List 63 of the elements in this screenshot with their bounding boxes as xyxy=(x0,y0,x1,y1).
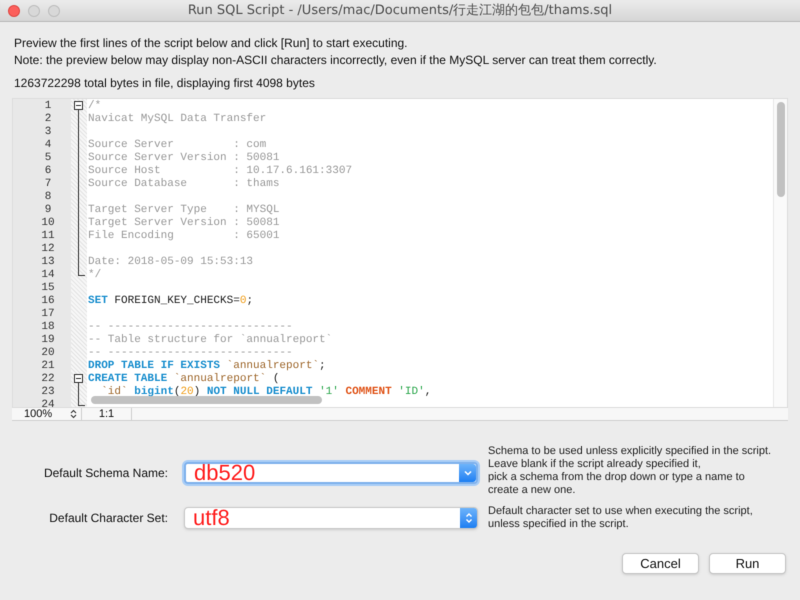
line-number: 5 xyxy=(44,152,52,164)
stepper-icon[interactable] xyxy=(70,409,77,419)
code-line: Date: 2018-05-09 15:53:13 xyxy=(88,256,254,268)
line-number: 13 xyxy=(41,256,55,268)
window-title: Run SQL Script - /Users/mac/Documents/行走江湖的包包/thams.sql xyxy=(188,2,612,20)
cursor-position: 1:1 xyxy=(98,408,114,420)
line-number: 7 xyxy=(44,178,52,190)
line-number: 17 xyxy=(41,308,55,320)
code-line: -- ---------------------------- xyxy=(88,321,293,333)
code-line: -- ---------------------------- xyxy=(88,347,293,359)
code-line: */ xyxy=(88,269,102,281)
line-number: 21 xyxy=(41,360,55,372)
code-line: Source Server : com xyxy=(88,139,266,151)
line-number: 11 xyxy=(41,230,55,242)
line-number: 8 xyxy=(44,191,52,203)
line-number: 12 xyxy=(41,243,55,255)
help-text: Schema to be used unless explicitly specified in the script. Leave blank if the script already specified it, pick a schema from the drop down or type a name to create a new one. xyxy=(488,445,772,497)
line-number: 1 xyxy=(44,100,52,112)
line-number: 10 xyxy=(41,217,55,229)
instruction-text: Preview the first lines of the script below and click [Run] to start executing. xyxy=(14,35,409,52)
schema-combobox[interactable]: db520 xyxy=(184,462,478,484)
fold-toggle-icon[interactable] xyxy=(74,374,83,385)
line-number: 22 xyxy=(41,373,55,385)
instruction-text: Note: the preview below may display non-ASCII characters incorrectly, even if the MySQL server can treat them correctly. xyxy=(14,52,658,69)
help-text: Default character set to use when executing the script, unless specified in the script. xyxy=(488,505,754,531)
line-number: 3 xyxy=(44,126,52,138)
code-line: Target Server Version : 50081 xyxy=(88,217,280,229)
fold-toggle-icon[interactable] xyxy=(74,101,83,112)
close-button[interactable] xyxy=(8,5,20,17)
line-number: 2 xyxy=(44,113,52,125)
file-info-text: 1263722298 total bytes in file, displaying first 4098 bytes xyxy=(14,76,315,90)
horizontal-scrollbar[interactable] xyxy=(91,396,322,404)
code-line: /* xyxy=(88,100,102,112)
code-line: File Encoding : 65001 xyxy=(88,230,280,242)
line-number: 20 xyxy=(41,347,55,359)
vertical-scrollbar[interactable] xyxy=(776,102,784,197)
line-number: 9 xyxy=(44,204,52,216)
line-number: 18 xyxy=(41,321,55,333)
chevron-down-icon xyxy=(464,470,472,476)
dialog-button[interactable]: Cancel xyxy=(622,553,699,574)
field-label: Default Character Set: xyxy=(49,510,168,527)
line-number: 15 xyxy=(41,282,55,294)
code-line: Navicat MySQL Data Transfer xyxy=(88,113,266,125)
line-number: 14 xyxy=(41,269,55,281)
code-line: Target Server Type : MYSQL xyxy=(88,204,280,216)
code-line: -- Table structure for `annualreport` xyxy=(88,334,332,346)
stepper-icon xyxy=(464,512,472,524)
code-line: `id` bigint(20) NOT NULL DEFAULT '1' COMMENT 'ID', xyxy=(100,386,432,398)
code-line: CREATE TABLE `annualreport` ( xyxy=(88,373,280,385)
code-line: DROP TABLE IF EXISTS `annualreport`; xyxy=(88,360,326,372)
field-label: Default Schema Name: xyxy=(44,465,168,482)
zoom-level: 100% xyxy=(24,408,52,420)
code-line: Source Server Version : 50081 xyxy=(88,152,280,164)
dialog-button[interactable]: Run xyxy=(709,553,786,574)
code-line: SET FOREIGN_KEY_CHECKS=0; xyxy=(88,295,254,307)
line-number: 16 xyxy=(41,295,55,307)
code-line: Source Database : thams xyxy=(88,178,280,190)
line-number: 19 xyxy=(41,334,55,346)
line-number: 4 xyxy=(44,139,52,151)
charset-dropdown[interactable]: utf8 xyxy=(184,507,478,529)
code-line: Source Host : 10.17.6.161:3307 xyxy=(88,165,352,177)
line-number: 6 xyxy=(44,165,52,177)
line-number: 23 xyxy=(41,386,55,398)
